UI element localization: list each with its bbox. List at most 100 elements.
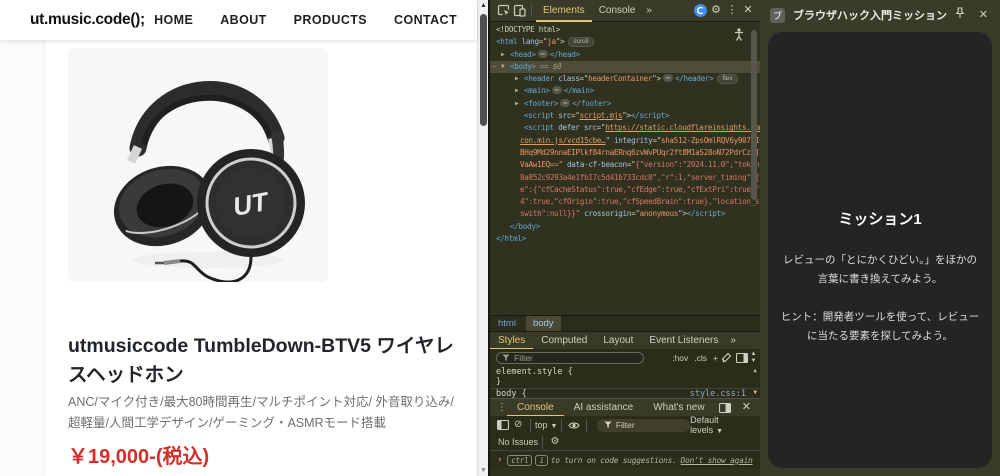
code-token: == $0: [536, 62, 562, 71]
styles-scroll-down[interactable]: ▼: [753, 389, 757, 396]
expand-arrow-closed-icon[interactable]: ▶: [501, 49, 505, 61]
dom-line[interactable]: con.min.js/vcd15cbe…" integrity="sha512-…: [490, 135, 760, 147]
console-prompt[interactable]: › ctrl i to turn on code suggestions. Do…: [490, 452, 760, 468]
dom-line[interactable]: swith":null}}" crossorigin="anonymous"><…: [490, 208, 760, 220]
nav-item-home[interactable]: HOME: [154, 13, 193, 27]
log-levels-select[interactable]: Default levels▼: [690, 415, 752, 435]
styles-tab-styles[interactable]: Styles: [490, 332, 533, 350]
code-token: VaAw1EQ==": [520, 160, 563, 169]
toggle-hover-state[interactable]: :hov: [672, 353, 688, 363]
tab-elements[interactable]: Elements: [536, 0, 592, 22]
dom-line[interactable]: ▶<footer>⋯</footer>: [490, 98, 760, 110]
styles-scroll-buttons[interactable]: ▲▼: [749, 351, 758, 365]
dom-line[interactable]: 4":true,"cfOrigin":true,"cfSpeedBrain":t…: [490, 196, 760, 208]
console-context-select[interactable]: top▼: [535, 420, 557, 430]
styles-scroll-up[interactable]: ▲: [753, 367, 757, 374]
collapsed-content-ellipsis[interactable]: ⋯: [663, 74, 673, 82]
no-issues-label[interactable]: No Issues: [498, 437, 538, 447]
code-token: ja: [547, 37, 556, 46]
device-toolbar-icon[interactable]: [511, 3, 527, 19]
kebab-menu-icon[interactable]: ⋮: [724, 3, 740, 19]
scrollbar-thumb[interactable]: [480, 14, 487, 126]
dom-line[interactable]: </html>: [490, 233, 760, 245]
dom-line[interactable]: <html lang="ja">scroll: [490, 36, 760, 48]
screenshot-root: ut.music.code(); HOME ABOUT PRODUCTS CONTAC…: [0, 0, 1000, 476]
console-filter-input[interactable]: Filter: [597, 419, 690, 432]
devtools-toolbar: Elements Console » ⚙ ⋮ ✕: [490, 0, 760, 22]
drawer-kebab-icon[interactable]: ⋮: [497, 402, 507, 413]
drawer-tabs-container: ConsoleAI assistanceWhat's new: [507, 399, 715, 417]
console-sidebar-toggle-icon[interactable]: [495, 417, 510, 433]
inspect-element-icon[interactable]: [495, 3, 511, 19]
styles-filter-input[interactable]: Filter: [496, 352, 644, 364]
code-token: <header: [524, 74, 554, 83]
element-style-rule[interactable]: element.style {: [496, 367, 573, 377]
dom-line[interactable]: ▶<main>⋯</main>: [490, 85, 760, 97]
dom-line[interactable]: VaAw1EQ==" data-cf-beacon="{"version":"2…: [490, 159, 760, 171]
close-panel-icon[interactable]: ✕: [979, 10, 988, 21]
dom-line[interactable]: e":{"cfCacheStatus":true,"cfEdge":true,"…: [490, 184, 760, 196]
expand-arrow-closed-icon[interactable]: ▶: [515, 85, 519, 97]
dom-line[interactable]: <script src="script.mjs"></script>: [490, 110, 760, 122]
drawer-tab-what's-new[interactable]: What's new: [643, 399, 714, 417]
code-token: <body>: [510, 62, 536, 71]
live-expression-eye-icon[interactable]: [566, 417, 581, 433]
dom-line[interactable]: <!DOCTYPE html>: [490, 24, 760, 36]
settings-gear-icon[interactable]: ⚙: [708, 3, 724, 19]
product-title: utmusiccode TumbleDown-BTV5 ワイヤレスヘッドホン: [68, 332, 460, 390]
styles-tab-layout[interactable]: Layout: [595, 332, 641, 350]
site-logo[interactable]: ut.music.code();: [30, 11, 145, 29]
styles-tab-event-listeners[interactable]: Event Listeners: [641, 332, 726, 350]
styles-tab-computed[interactable]: Computed: [533, 332, 595, 350]
site-nav: HOME ABOUT PRODUCTS CONTACT: [154, 13, 457, 27]
breadcrumb-html[interactable]: html: [498, 318, 516, 329]
nav-item-products[interactable]: PRODUCTS: [294, 13, 367, 27]
tab-console[interactable]: Console: [592, 0, 643, 22]
drawer-tab-ai-assistance[interactable]: AI assistance: [564, 399, 643, 417]
code-token: </main>: [564, 86, 594, 95]
toggle-classes[interactable]: .cls: [694, 353, 707, 363]
page-scrollbar[interactable]: ▲ ▼: [477, 0, 488, 476]
dom-line[interactable]: 8a852c9293a4e1fb17c5d41b733cdc0","r":1,"…: [490, 172, 760, 184]
console-settings-gear-icon[interactable]: ⚙: [547, 434, 563, 450]
expand-arrow-closed-icon[interactable]: ▶: [515, 98, 519, 110]
code-token: anonymous: [640, 209, 678, 218]
computed-sidebar-toggle-icon[interactable]: [734, 350, 750, 366]
accessibility-person-icon[interactable]: [734, 28, 744, 46]
badge-scroll[interactable]: scroll: [568, 37, 593, 47]
more-styles-tabs-icon[interactable]: »: [726, 335, 740, 346]
code-token: =": [597, 123, 606, 132]
code-token: con.min.js/vcd15cbe…: [520, 136, 605, 145]
devtools-status-icon[interactable]: [692, 3, 708, 19]
dom-line[interactable]: ⋯ ▼ <body> == $0: [490, 61, 760, 73]
code-token: crossorigin: [584, 209, 631, 218]
dom-line[interactable]: ▶<head>⋯</head>: [490, 49, 760, 61]
close-drawer-icon[interactable]: ✕: [742, 402, 751, 413]
dom-gutter-dots[interactable]: ⋯: [492, 61, 496, 73]
rendering-emulation-icon[interactable]: [718, 350, 734, 366]
code-token: script.mjs: [580, 111, 623, 120]
dom-line[interactable]: ▶<header class="headerContainer">⋯</head…: [490, 73, 760, 85]
collapsed-content-ellipsis[interactable]: ⋯: [538, 50, 548, 58]
nav-item-about[interactable]: ABOUT: [220, 13, 266, 27]
code-token: ">: [652, 74, 661, 83]
dock-drawer-icon[interactable]: [717, 400, 733, 416]
dom-line[interactable]: <script defer src="https://static.cloudf…: [490, 122, 760, 134]
close-devtools-icon[interactable]: ✕: [740, 3, 756, 19]
clear-console-icon[interactable]: ⊘: [510, 417, 525, 433]
collapsed-content-ellipsis[interactable]: ⋯: [560, 99, 570, 107]
breadcrumb-body[interactable]: body: [526, 316, 561, 332]
more-tabs-icon[interactable]: »: [642, 5, 656, 16]
expand-arrow-open-icon[interactable]: ▼: [501, 61, 505, 73]
elements-scrollbar-thumb[interactable]: [751, 30, 757, 200]
collapsed-content-ellipsis[interactable]: ⋯: [552, 86, 562, 94]
dom-line[interactable]: </body>: [490, 221, 760, 233]
product-price: ￥19,000-(税込): [68, 440, 209, 469]
drawer-tab-console[interactable]: Console: [507, 399, 564, 417]
nav-item-contact[interactable]: CONTACT: [394, 13, 457, 27]
dont-show-again-link[interactable]: Don't show again: [681, 456, 753, 465]
pin-panel-icon[interactable]: [955, 6, 965, 24]
expand-arrow-closed-icon[interactable]: ▶: [515, 73, 519, 85]
badge-flex[interactable]: flex: [717, 74, 737, 84]
dom-line[interactable]: BHq9Md29nnaEIPlkf84rnaERnq6zvWvPUqr2ft8M…: [490, 147, 760, 159]
